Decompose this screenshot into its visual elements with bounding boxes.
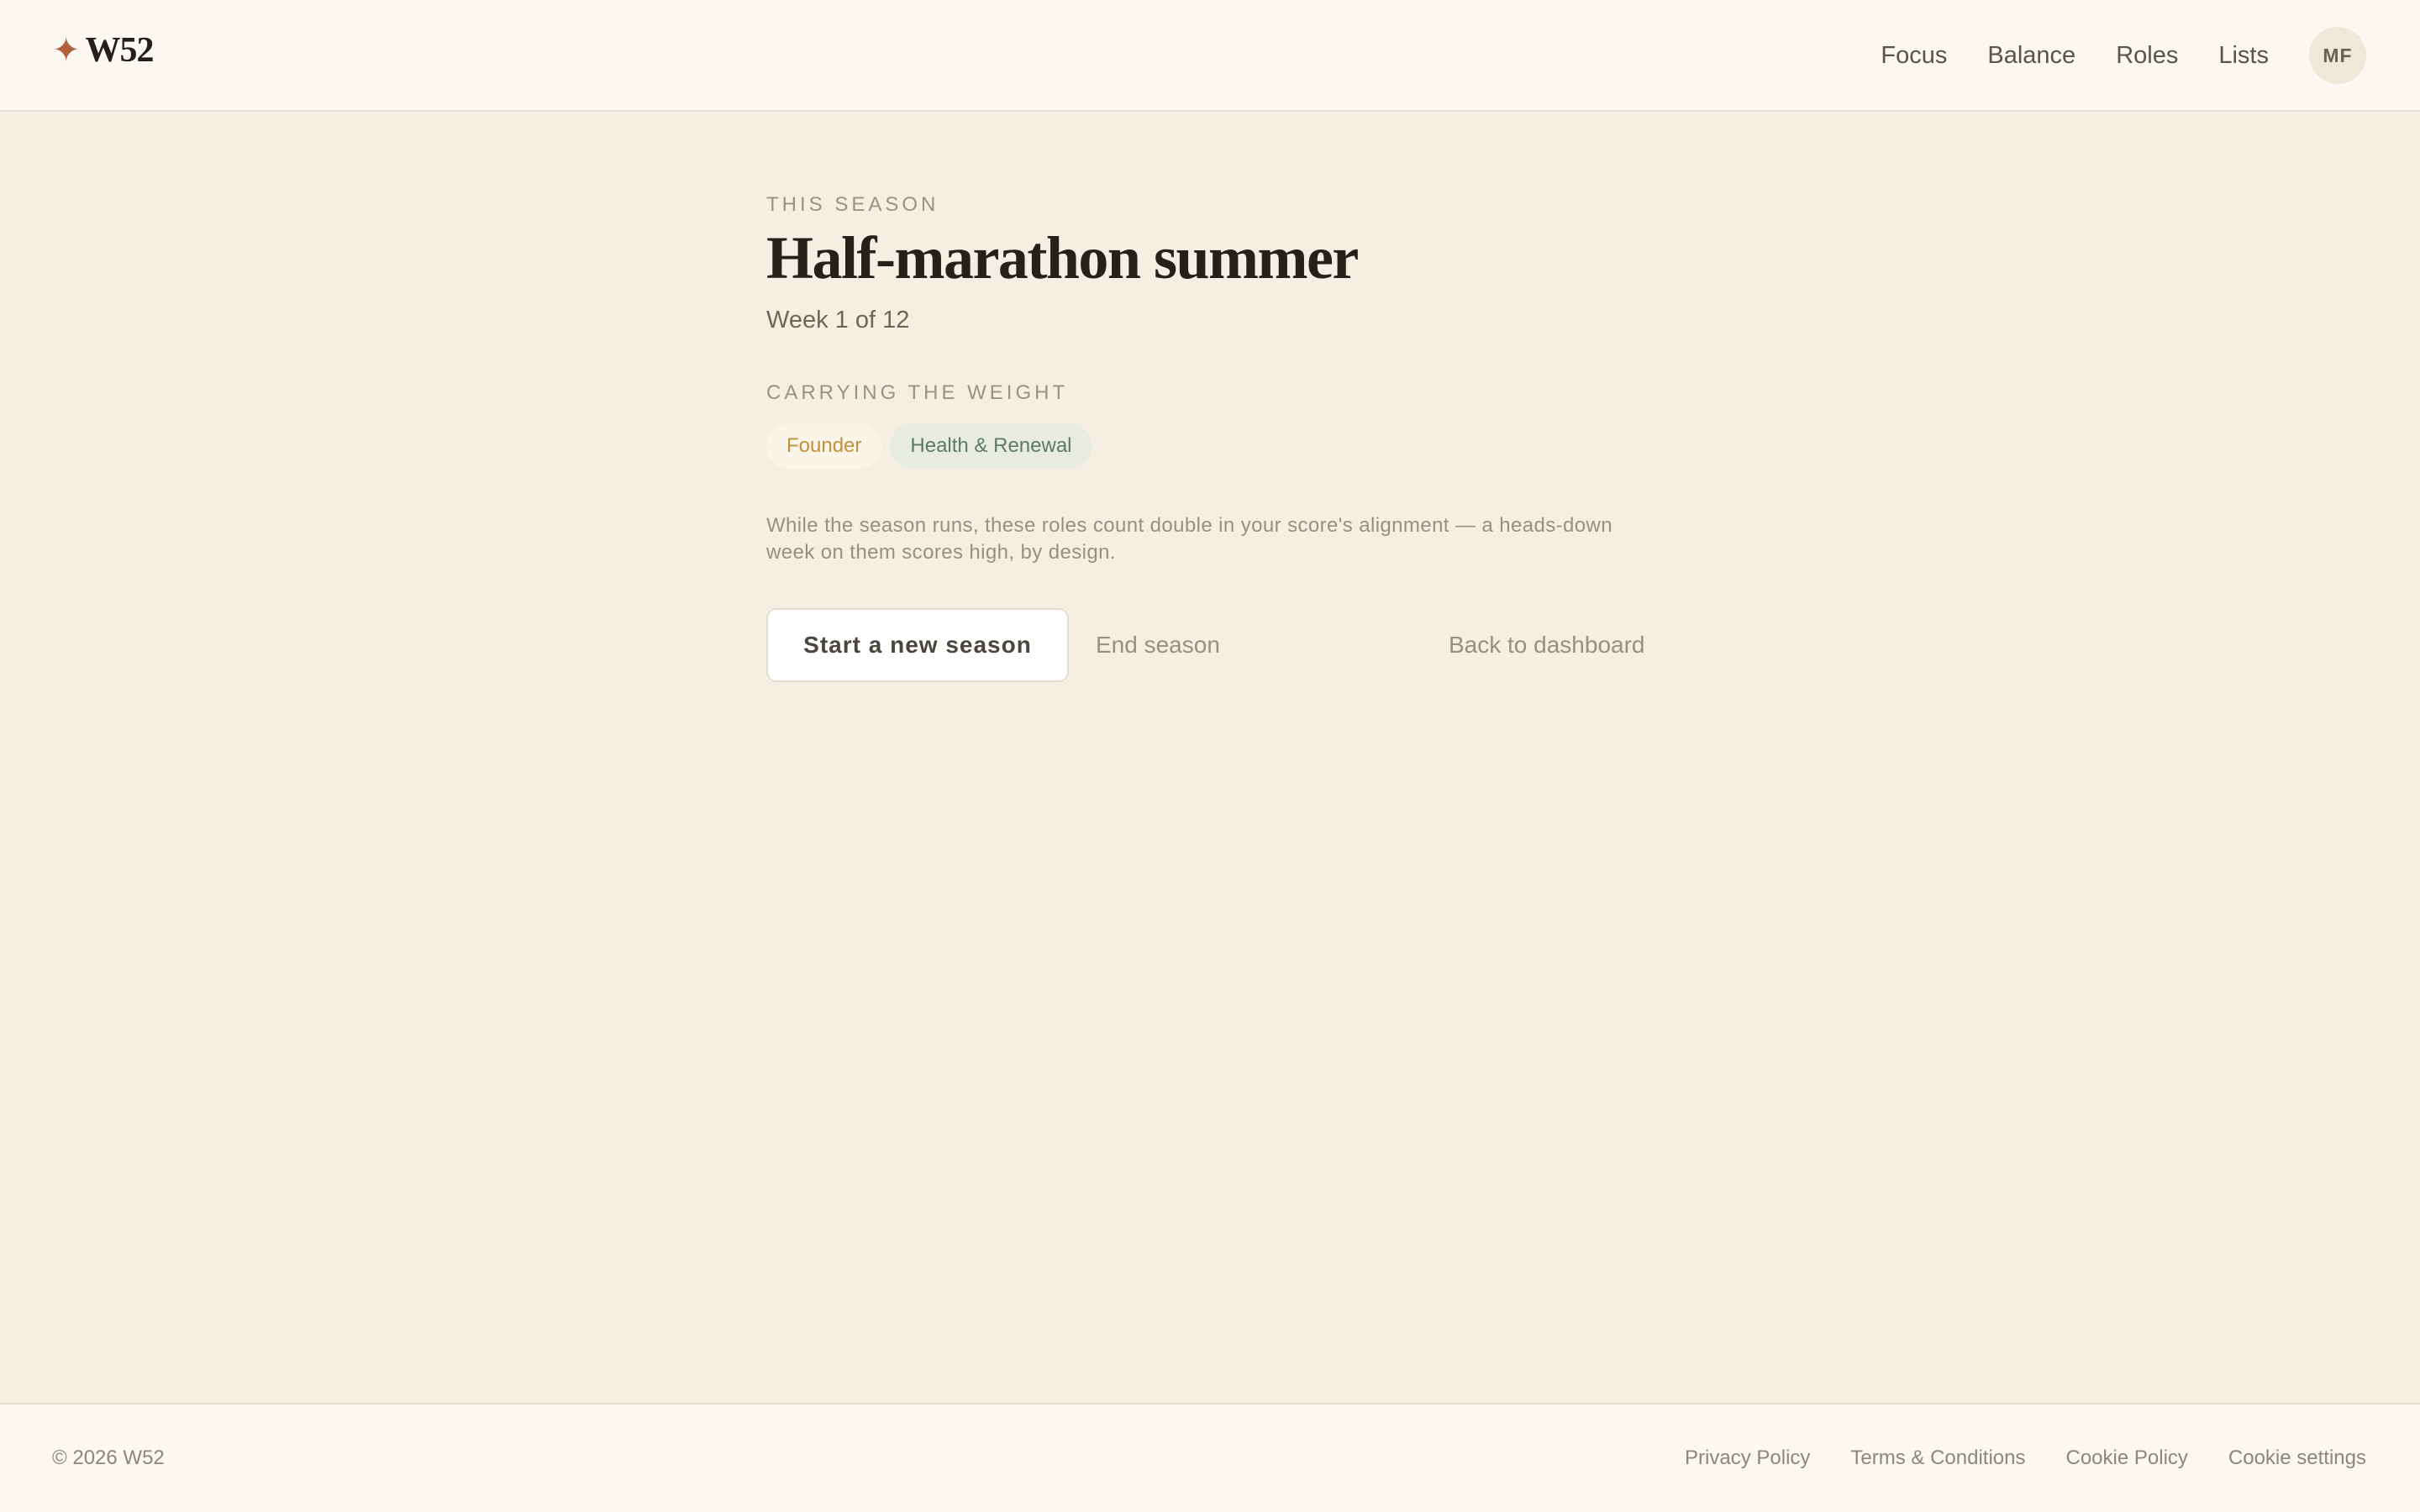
copyright-text: © 2026 W52 [52,1446,165,1469]
brand-logo[interactable]: ✦ W52 [52,30,155,71]
nav-focus[interactable]: Focus [1881,42,1947,70]
top-header: ✦ W52 Focus Balance Roles Lists MF [0,0,2420,112]
footer-links: Privacy Policy Terms & Conditions Cookie… [1644,1446,2366,1470]
user-avatar[interactable]: MF [2309,27,2366,84]
role-chips: Founder Health & Renewal [766,423,1665,470]
season-title: Half-marathon summer [766,224,1359,291]
season-description: While the season runs, these roles count… [766,514,1612,564]
brand-name: W52 [85,31,155,70]
privacy-policy-link[interactable]: Privacy Policy [1685,1446,1810,1470]
star-icon: ✦ [52,31,81,70]
role-chip-health-renewal: Health & Renewal [890,423,1092,470]
back-to-dashboard-link[interactable]: Back to dashboard [1449,608,1645,682]
start-new-season-button[interactable]: Start a new season [766,608,1069,683]
role-chip-founder: Founder [766,423,882,470]
nav-lists[interactable]: Lists [2218,42,2269,70]
main-nav: Focus Balance Roles Lists MF [1840,27,2366,84]
page-footer: © 2026 W52 Privacy Policy Terms & Condit… [0,1403,2420,1512]
nav-balance[interactable]: Balance [1987,42,2075,70]
season-eyebrow: THIS SEASON [766,193,939,216]
cookie-policy-link[interactable]: Cookie Policy [2066,1446,2188,1470]
cookie-settings-link[interactable]: Cookie settings [2228,1446,2366,1470]
nav-roles[interactable]: Roles [2116,42,2178,70]
end-season-button[interactable]: End season [1096,608,1220,682]
season-actions: Start a new season End season Back to da… [766,608,1665,683]
season-progress: Week 1 of 12 [766,307,910,334]
season-panel: THIS SEASON Half-marathon summer Week 1 … [766,193,1665,683]
terms-conditions-link[interactable]: Terms & Conditions [1850,1446,2025,1470]
weight-label: CARRYING THE WEIGHT [766,381,1069,405]
